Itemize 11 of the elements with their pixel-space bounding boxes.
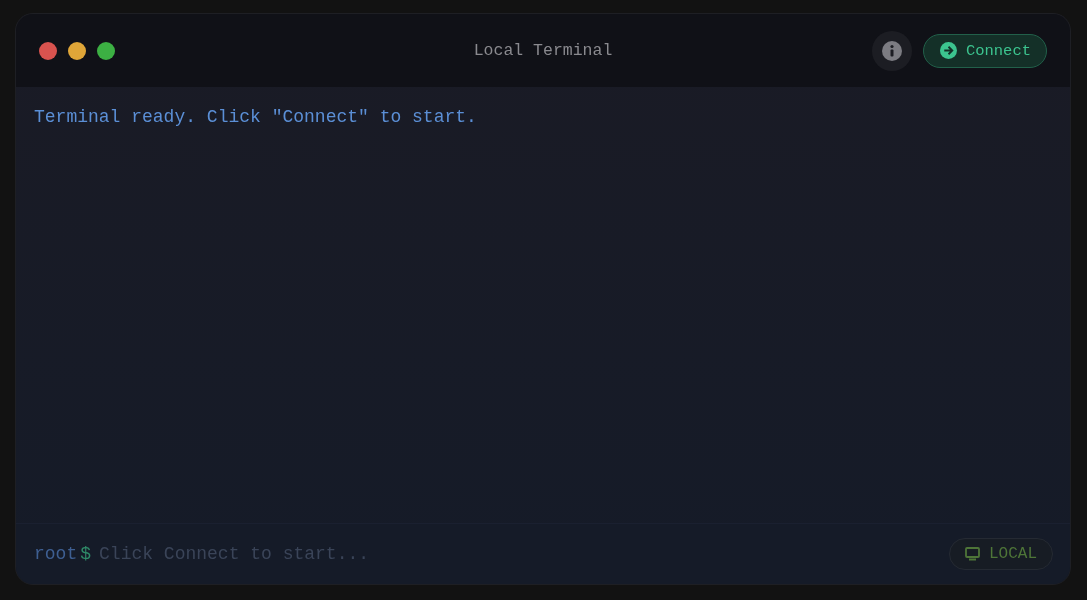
window-control[interactable] [97, 41, 115, 60]
mode-badge: LOCAL [949, 538, 1053, 570]
info-icon [881, 40, 902, 61]
prompt-symbol: $ [80, 544, 92, 564]
connect-button[interactable]: Connect [922, 33, 1047, 68]
window-control[interactable] [39, 41, 57, 60]
window-control[interactable] [68, 41, 86, 60]
prompt-user: root [34, 544, 78, 564]
output-line: Terminal ready. Click "Connect" to start. [34, 106, 477, 129]
window-title: Local Terminal [473, 41, 613, 60]
monitor-icon [965, 547, 980, 561]
